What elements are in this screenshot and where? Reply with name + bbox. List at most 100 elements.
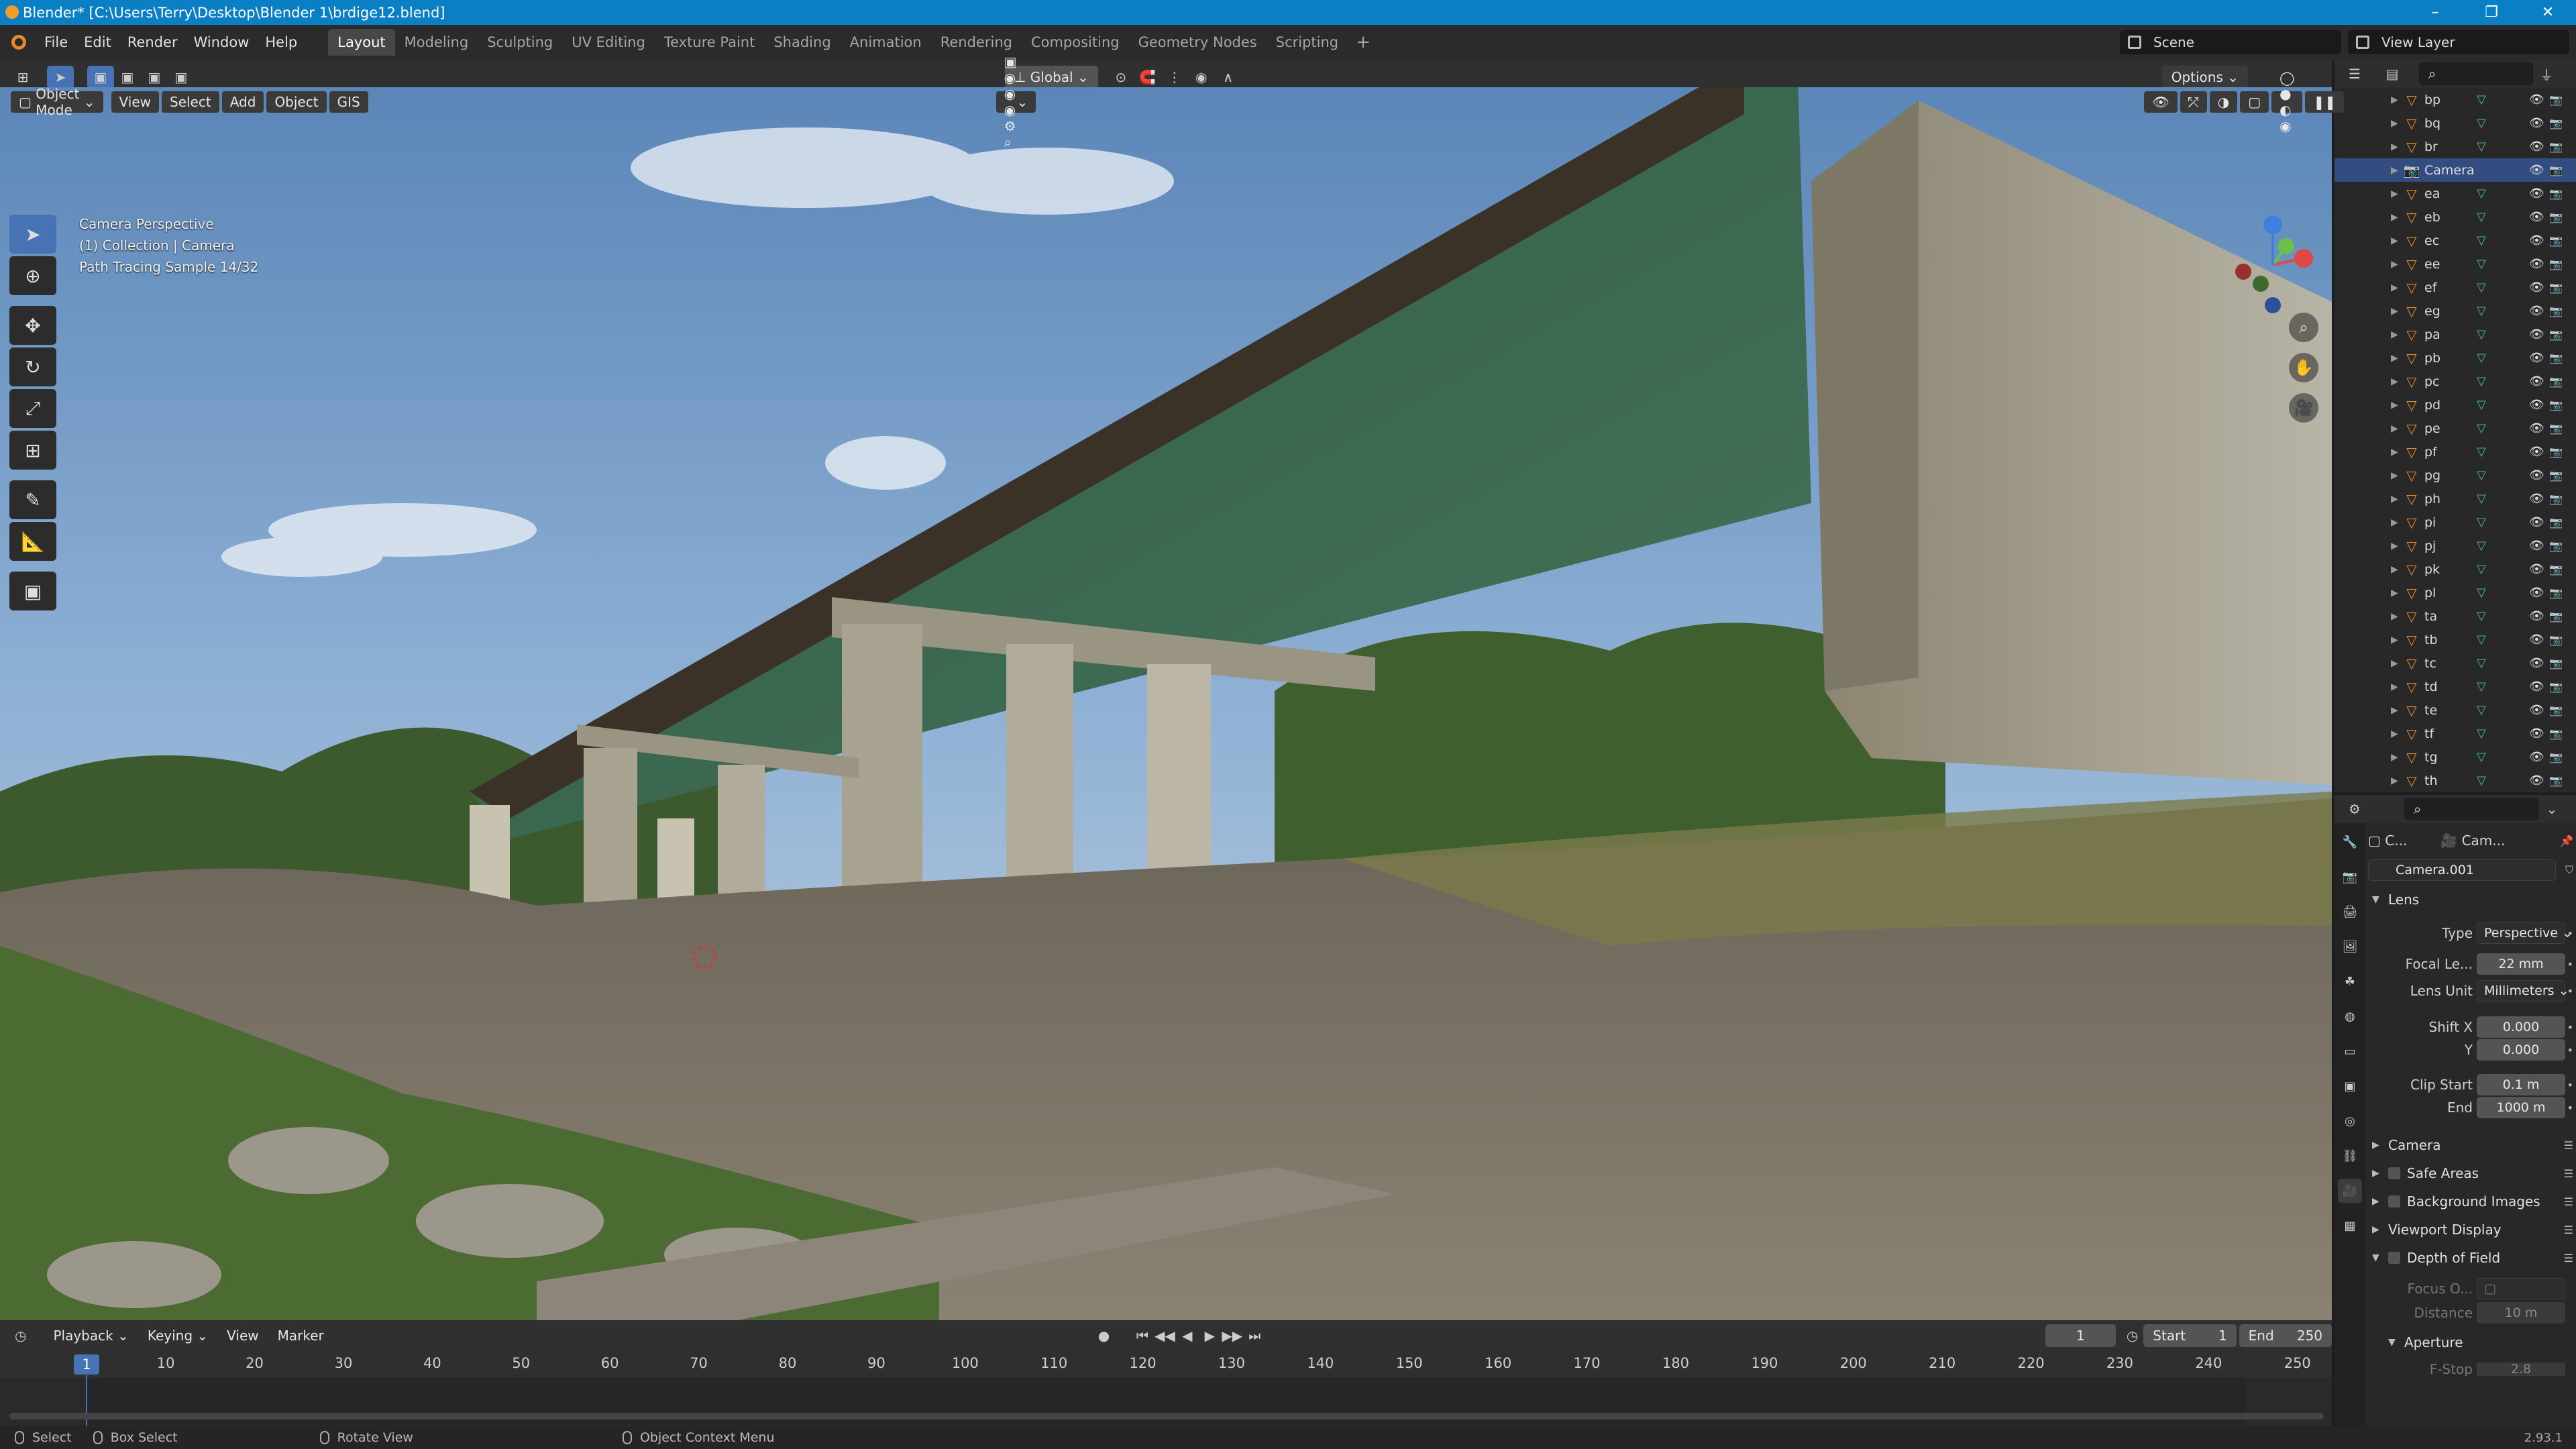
- outliner-row[interactable]: ▶ ▽ td ▽ 👁 📷: [2334, 675, 2576, 698]
- expand-arrow-icon[interactable]: ▶: [2391, 682, 2404, 692]
- expand-arrow-icon[interactable]: ▶: [2391, 400, 2404, 411]
- start-frame-field[interactable]: Start 1: [2143, 1324, 2237, 1347]
- jump-start-icon[interactable]: ⏮: [1131, 1324, 1153, 1347]
- outliner-row[interactable]: ▶ ▽ pi ▽ 👁 📷: [2334, 511, 2576, 534]
- clip-start-field[interactable]: 0.1 m: [2477, 1074, 2565, 1095]
- eye-icon[interactable]: 👁: [2529, 163, 2544, 177]
- expand-arrow-icon[interactable]: ▶: [2391, 470, 2404, 481]
- scene-tab-icon[interactable]: ☘: [2338, 969, 2362, 994]
- eye-icon[interactable]: 👁: [2529, 374, 2544, 388]
- timeline-editor-icon[interactable]: ◷: [9, 1324, 32, 1347]
- blender-menu-icon[interactable]: [7, 30, 31, 54]
- scene-selector[interactable]: Scene: [2120, 30, 2341, 54]
- expand-arrow-icon[interactable]: ▶: [2391, 729, 2404, 739]
- transform-orientation-dropdown[interactable]: ⊥ Global ⌄: [1005, 66, 1098, 89]
- menu-select[interactable]: Select: [162, 91, 219, 113]
- pan-hand-icon[interactable]: ✋: [2289, 353, 2318, 382]
- expand-arrow-icon[interactable]: ▶: [2391, 447, 2404, 458]
- shift-y-field[interactable]: 0.000: [2477, 1039, 2565, 1061]
- render-visibility-icon[interactable]: 📷: [2549, 305, 2563, 317]
- object-tab-icon[interactable]: ▣: [2338, 1074, 2362, 1098]
- render-visibility-icon[interactable]: 📷: [2549, 469, 2563, 482]
- prev-key-icon[interactable]: ◀◀: [1154, 1324, 1176, 1347]
- outliner-row[interactable]: ▶ ▽ eg ▽ 👁 📷: [2334, 299, 2576, 323]
- pin-icon[interactable]: 📌: [2560, 835, 2573, 847]
- render-visibility-icon[interactable]: 📷: [2549, 633, 2563, 646]
- eye-icon[interactable]: 👁: [2529, 186, 2544, 201]
- tab-compositing[interactable]: Compositing: [1022, 29, 1129, 56]
- menu-object[interactable]: Object: [266, 91, 327, 113]
- render-visibility-icon[interactable]: 📷: [2549, 117, 2563, 129]
- eye-icon[interactable]: 👁: [2529, 515, 2544, 529]
- eye-icon[interactable]: 👁: [2529, 750, 2544, 764]
- eye-icon[interactable]: 👁: [2529, 773, 2544, 788]
- falloff-icon[interactable]: ∧: [1215, 66, 1242, 89]
- outliner-row[interactable]: ▶ ▽ br ▽ 👁 📷: [2334, 135, 2576, 158]
- outliner-row[interactable]: ▶ ▽ ee ▽ 👁 📷: [2334, 252, 2576, 276]
- fstop-field[interactable]: 2.8: [2477, 1362, 2565, 1376]
- filter-icon[interactable]: ⏚: [2533, 62, 2560, 85]
- eye-icon[interactable]: 👁: [2529, 210, 2544, 224]
- maximize-button[interactable]: ❐: [2463, 0, 2520, 25]
- display-mode-icon[interactable]: ▤: [2379, 62, 2406, 85]
- render-visibility-icon[interactable]: 📷: [2549, 422, 2563, 435]
- expand-arrow-icon[interactable]: ▶: [2391, 635, 2404, 645]
- select-subtract-icon[interactable]: ▣: [141, 66, 168, 89]
- add-workspace-button[interactable]: +: [1348, 32, 1379, 52]
- expand-arrow-icon[interactable]: ▶: [2391, 541, 2404, 551]
- tab-rendering[interactable]: Rendering: [931, 29, 1022, 56]
- expand-arrow-icon[interactable]: ▶: [2391, 588, 2404, 598]
- focal-length-field[interactable]: 22 mm: [2477, 953, 2565, 975]
- expand-arrow-icon[interactable]: ▶: [2391, 775, 2404, 786]
- play-icon[interactable]: ▶: [1199, 1324, 1221, 1347]
- expand-arrow-icon[interactable]: ▶: [2391, 212, 2404, 223]
- eye-icon[interactable]: 👁: [2529, 233, 2544, 248]
- rotate-tool-icon[interactable]: ↻: [9, 347, 56, 386]
- move-tool-icon[interactable]: ✥: [9, 306, 56, 345]
- collection-tab-icon[interactable]: ▭: [2338, 1039, 2362, 1063]
- eye-icon[interactable]: 👁: [2529, 539, 2544, 553]
- eye-icon[interactable]: 👁: [2529, 257, 2544, 271]
- eye-icon[interactable]: 👁: [2529, 703, 2544, 717]
- tab-texture-paint[interactable]: Texture Paint: [655, 29, 765, 56]
- focus-object-field[interactable]: ▢: [2477, 1278, 2565, 1299]
- safe-areas-panel-header[interactable]: ▶ Safe Areas ☰: [2368, 1161, 2573, 1185]
- properties-editor-icon[interactable]: ⚙: [2341, 798, 2368, 820]
- menu-add[interactable]: Add: [221, 91, 264, 113]
- world-tab-icon[interactable]: ◍: [2338, 1004, 2362, 1028]
- expand-arrow-icon[interactable]: ▶: [2391, 517, 2404, 528]
- expand-arrow-icon[interactable]: ▶: [2391, 423, 2404, 434]
- outliner-row[interactable]: ▶ ▽ pe ▽ 👁 📷: [2334, 417, 2576, 440]
- render-visibility-icon[interactable]: 📷: [2549, 211, 2563, 223]
- proportional-edit-icon[interactable]: ◉: [1188, 66, 1215, 89]
- outliner-row[interactable]: ▶ ▽ pl ▽ 👁 📷: [2334, 581, 2576, 604]
- tab-sculpting[interactable]: Sculpting: [478, 29, 562, 56]
- render-visibility-icon[interactable]: 📷: [2549, 398, 2563, 411]
- distance-field[interactable]: 10 m: [2477, 1302, 2565, 1324]
- menu-timeline-view[interactable]: View: [219, 1325, 266, 1346]
- depth-of-field-panel-header[interactable]: ▼ Depth of Field ☰: [2368, 1246, 2573, 1270]
- eye-icon[interactable]: 👁: [2529, 398, 2544, 412]
- menu-playback[interactable]: Playback ⌄: [45, 1325, 136, 1346]
- annotate-tool-icon[interactable]: ✎: [9, 480, 56, 519]
- menu-file[interactable]: File: [36, 34, 76, 50]
- overlay-toggle-icon[interactable]: ◑: [2209, 91, 2238, 113]
- expand-arrow-icon[interactable]: ▶: [2391, 189, 2404, 199]
- render-visibility-icon[interactable]: 📷: [2549, 680, 2563, 693]
- current-frame-field[interactable]: 1: [2045, 1324, 2116, 1347]
- pivot-point-icon[interactable]: ⊙: [1108, 66, 1134, 89]
- eye-icon[interactable]: 👁: [2529, 140, 2544, 154]
- menu-render[interactable]: Render: [119, 34, 186, 50]
- render-visibility-icon[interactable]: 📷: [2549, 93, 2563, 106]
- eye-icon[interactable]: 👁: [2529, 586, 2544, 600]
- eye-icon[interactable]: 👁: [2529, 727, 2544, 741]
- 3d-viewport[interactable]: Camera Perspective (1) Collection | Came…: [0, 87, 2332, 1320]
- outliner-row[interactable]: ▶ ▽ tb ▽ 👁 📷: [2334, 628, 2576, 651]
- drag-handle-icon[interactable]: ☰: [2564, 1167, 2573, 1180]
- expand-arrow-icon[interactable]: ▶: [2391, 611, 2404, 622]
- outliner-row[interactable]: ▶ ▽ ec ▽ 👁 📷: [2334, 229, 2576, 252]
- menu-edit[interactable]: Edit: [76, 34, 119, 50]
- tab-uv-editing[interactable]: UV Editing: [562, 29, 655, 56]
- outliner-row[interactable]: ▶ ▽ pb ▽ 👁 📷: [2334, 346, 2576, 370]
- select-intersect-icon[interactable]: ▣: [168, 66, 195, 89]
